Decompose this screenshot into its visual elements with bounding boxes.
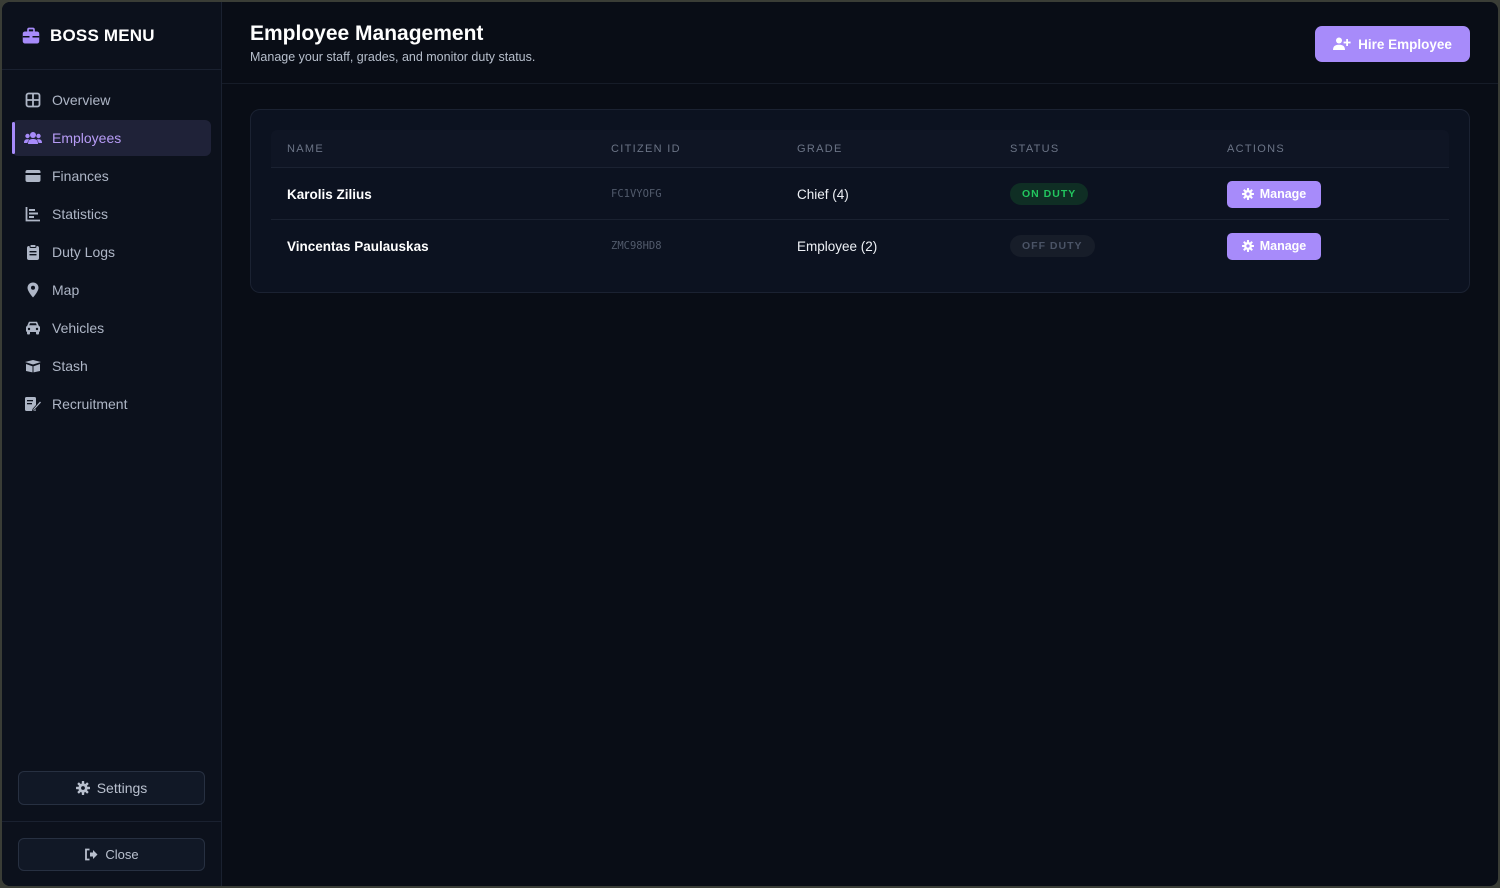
employees-card: NAME CITIZEN ID GRADE STATUS ACTIONS Kar…	[250, 109, 1470, 293]
table-row: Karolis Zilius FC1VYOFG Chief (4) ON DUT…	[271, 168, 1449, 220]
sidebar-item-vehicles[interactable]: Vehicles	[12, 310, 211, 346]
manage-label: Manage	[1259, 239, 1307, 253]
main-content: Employee Management Manage your staff, g…	[222, 2, 1498, 886]
briefcase-icon	[22, 27, 40, 45]
sign-out-icon	[84, 848, 98, 861]
settings-button[interactable]: Settings	[18, 771, 205, 805]
sidebar-item-map[interactable]: Map	[12, 272, 211, 308]
page-subtitle: Manage your staff, grades, and monitor d…	[250, 50, 536, 64]
chart-icon	[24, 205, 42, 223]
close-button[interactable]: Close	[18, 838, 205, 871]
gear-icon	[1241, 188, 1254, 200]
column-header-status: STATUS	[1010, 143, 1060, 155]
brand-title: BOSS MENU	[50, 25, 155, 45]
sidebar-nav: Overview Employees Finances Statistics D…	[2, 70, 221, 422]
signature-icon	[24, 395, 42, 413]
actions-cell: Manage	[1227, 168, 1321, 220]
employee-grade: Employee (2)	[797, 238, 878, 254]
gear-icon	[75, 781, 90, 795]
gear-icon	[1241, 240, 1254, 252]
sidebar: BOSS MENU Overview Employees Finances St…	[2, 2, 222, 886]
user-plus-icon	[1333, 37, 1351, 51]
map-pin-icon	[24, 281, 42, 299]
table-header: NAME CITIZEN ID GRADE STATUS ACTIONS	[271, 130, 1449, 168]
hire-employee-label: Hire Employee	[1358, 36, 1452, 52]
sidebar-item-recruitment[interactable]: Recruitment	[12, 386, 211, 422]
sidebar-item-label: Employees	[52, 130, 122, 146]
grid-icon	[24, 91, 42, 109]
citizen-id: ZMC98HD8	[611, 240, 662, 252]
page-header: Employee Management Manage your staff, g…	[222, 2, 1498, 84]
column-header-citizen-id: CITIZEN ID	[611, 143, 681, 155]
employee-grade: Chief (4)	[797, 186, 849, 202]
hire-employee-button[interactable]: Hire Employee	[1315, 26, 1470, 62]
employees-table: NAME CITIZEN ID GRADE STATUS ACTIONS Kar…	[271, 130, 1449, 272]
sidebar-item-label: Finances	[52, 168, 109, 184]
manage-label: Manage	[1259, 187, 1307, 201]
box-icon	[24, 357, 42, 375]
sidebar-divider	[2, 821, 221, 822]
clipboard-icon	[24, 243, 42, 261]
sidebar-item-label: Recruitment	[52, 396, 128, 412]
sidebar-item-label: Stash	[52, 358, 88, 374]
sidebar-item-label: Map	[52, 282, 80, 298]
status-cell: OFF DUTY	[1010, 220, 1095, 272]
sidebar-item-label: Overview	[52, 92, 111, 108]
sidebar-item-label: Statistics	[52, 206, 109, 222]
boss-menu-window: BOSS MENU Overview Employees Finances St…	[2, 2, 1498, 886]
column-header-grade: GRADE	[797, 143, 843, 155]
status-badge: OFF DUTY	[1010, 235, 1095, 257]
status-cell: ON DUTY	[1010, 168, 1089, 220]
table-row: Vincentas Paulauskas ZMC98HD8 Employee (…	[271, 220, 1449, 272]
manage-button[interactable]: Manage	[1227, 180, 1321, 208]
brand: BOSS MENU	[2, 2, 221, 70]
sidebar-item-finances[interactable]: Finances	[12, 158, 211, 194]
sidebar-item-employees[interactable]: Employees	[12, 120, 211, 156]
sidebar-item-stash[interactable]: Stash	[12, 348, 211, 384]
close-label: Close	[105, 847, 139, 862]
sidebar-item-label: Duty Logs	[52, 244, 116, 260]
actions-cell: Manage	[1227, 220, 1321, 272]
sidebar-item-label: Vehicles	[52, 320, 105, 336]
page-title: Employee Management	[250, 22, 484, 45]
car-icon	[24, 319, 42, 337]
sidebar-item-overview[interactable]: Overview	[12, 82, 211, 118]
column-header-actions: ACTIONS	[1227, 143, 1285, 155]
manage-button[interactable]: Manage	[1227, 232, 1321, 260]
employee-name: Karolis Zilius	[287, 186, 372, 202]
wallet-icon	[24, 167, 42, 185]
status-badge: ON DUTY	[1010, 183, 1089, 205]
sidebar-item-duty-logs[interactable]: Duty Logs	[12, 234, 211, 270]
settings-label: Settings	[96, 780, 148, 796]
users-icon	[24, 129, 42, 147]
citizen-id: FC1VYOFG	[611, 188, 662, 200]
sidebar-item-statistics[interactable]: Statistics	[12, 196, 211, 232]
employee-name: Vincentas Paulauskas	[287, 238, 429, 254]
column-header-name: NAME	[287, 143, 324, 155]
